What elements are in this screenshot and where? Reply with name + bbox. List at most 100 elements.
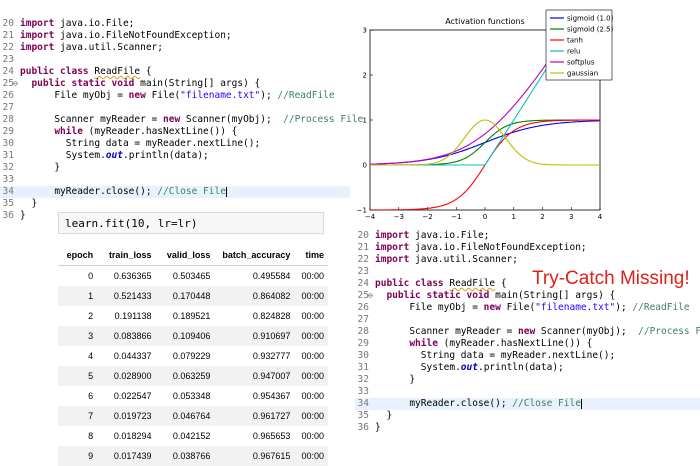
code-token: File myObj = xyxy=(375,302,484,313)
code-token: //ReadFile xyxy=(632,302,689,313)
code-line[interactable]: 28 Scanner myReader = new Scanner(myObj)… xyxy=(355,326,700,338)
code-token: Scanner(myObj); xyxy=(180,114,283,125)
code-token: System. xyxy=(20,150,106,161)
table-cell: 0.170448 xyxy=(155,286,214,306)
line-number: 32 xyxy=(355,374,369,386)
code-line[interactable]: 34 myReader.close(); //Close File xyxy=(355,398,700,410)
code-line[interactable]: 25⊖ public static void main(String[] arg… xyxy=(0,78,350,90)
code-line[interactable]: 29 while (myReader.hasNextLine()) { xyxy=(355,338,700,350)
table-cell: 0.824828 xyxy=(214,306,294,326)
code-line[interactable]: 36} xyxy=(355,422,700,434)
line-number: 35 xyxy=(355,410,369,422)
code-line[interactable]: 32 } xyxy=(0,162,350,174)
code-line[interactable]: 34 myReader.close(); //Close File xyxy=(0,186,350,198)
table-row: 20.1911380.1895210.82482800:00 xyxy=(58,306,328,326)
code-line[interactable]: 22import java.util.Scanner; xyxy=(355,254,700,266)
code-line[interactable]: 28 Scanner myReader = new Scanner(myObj)… xyxy=(0,114,350,126)
table-cell: 0.965653 xyxy=(214,426,294,446)
y-tick-label: −1 xyxy=(357,207,367,215)
line-number: 23 xyxy=(0,54,14,66)
code-line[interactable]: 29 while (myReader.hasNextLine()) { xyxy=(0,126,350,138)
code-line[interactable]: 26 File myObj = new File("filename.txt")… xyxy=(355,302,700,314)
code-token: } xyxy=(20,162,60,173)
code-token: ); xyxy=(615,302,632,313)
table-cell: 00:00 xyxy=(294,366,328,386)
series-line-sigmoid xyxy=(370,120,600,165)
table-cell: 0.019723 xyxy=(97,406,155,426)
table-cell: 4 xyxy=(58,346,97,366)
table-header-row: epochtrain_lossvalid_lossbatch_accuracyt… xyxy=(58,245,328,266)
code-token: myReader.close(); xyxy=(375,398,512,409)
try-catch-missing-annotation: Try-Catch Missing! xyxy=(532,268,690,290)
code-token: .println(data); xyxy=(123,150,209,161)
legend-entry: gaussian xyxy=(567,70,598,78)
line-number: 26 xyxy=(355,302,369,314)
code-token: public class xyxy=(375,278,444,289)
line-number: 25 xyxy=(355,290,369,302)
table-cell: 0.189521 xyxy=(155,306,214,326)
table-cell: 0.495584 xyxy=(214,266,294,287)
code-editor-bottom[interactable]: 20import java.io.File;21import java.io.F… xyxy=(355,230,700,430)
table-cell: 0.961727 xyxy=(214,406,294,426)
code-line[interactable]: 25⊖ public static void main(String[] arg… xyxy=(355,290,700,302)
notebook-output: learn.fit(10, lr=lr) epochtrain_lossvali… xyxy=(58,212,328,464)
code-line[interactable]: 33 xyxy=(0,174,350,186)
line-number: 23 xyxy=(355,266,369,278)
chart-svg: Activation functions−4−3−2−101234−10123s… xyxy=(352,6,700,230)
code-line[interactable]: 21import java.io.FileNotFoundException; xyxy=(355,242,700,254)
code-token: java.io.FileNotFoundException; xyxy=(54,30,231,41)
code-line[interactable]: 22import java.util.Scanner; xyxy=(0,42,350,54)
line-number: 32 xyxy=(0,162,14,174)
code-line[interactable]: 23 xyxy=(0,54,350,66)
text-caret xyxy=(581,399,582,409)
code-line[interactable]: 26 File myObj = new File("filename.txt")… xyxy=(0,90,350,102)
code-token: File( xyxy=(146,90,180,101)
notebook-code-cell[interactable]: learn.fit(10, lr=lr) xyxy=(58,212,324,234)
y-tick-label: 1 xyxy=(363,117,367,125)
line-number: 33 xyxy=(355,386,369,398)
code-line[interactable]: 24public class ReadFile { xyxy=(0,66,350,78)
x-tick-label: 1 xyxy=(512,213,516,221)
code-line[interactable]: 32 } xyxy=(355,374,700,386)
line-number: 27 xyxy=(0,102,14,114)
code-line[interactable]: 27 xyxy=(355,314,700,326)
code-token: public class xyxy=(20,66,89,77)
fold-collapse-icon[interactable]: ⊖ xyxy=(368,290,373,302)
code-token: java.util.Scanner; xyxy=(54,42,163,53)
code-token: { xyxy=(495,278,506,289)
code-token xyxy=(375,290,386,301)
code-line[interactable]: 35 } xyxy=(355,410,700,422)
line-number: 33 xyxy=(0,174,14,186)
line-number: 24 xyxy=(0,66,14,78)
code-line[interactable]: 31 System.out.println(data); xyxy=(0,150,350,162)
code-token: main(String[] args) { xyxy=(134,78,260,89)
code-token: //Process File xyxy=(638,326,700,337)
line-number: 26 xyxy=(0,90,14,102)
code-line[interactable]: 33 xyxy=(355,386,700,398)
code-editor-top[interactable]: 20import java.io.File;21import java.io.F… xyxy=(0,18,350,218)
code-line[interactable]: 20import java.io.File; xyxy=(355,230,700,242)
code-token: //ReadFile xyxy=(277,90,334,101)
code-token: "filename.txt" xyxy=(180,90,260,101)
code-line[interactable]: 35 } xyxy=(0,198,350,210)
table-cell: 0.636365 xyxy=(97,266,155,287)
code-line[interactable]: 27 xyxy=(0,102,350,114)
line-number: 21 xyxy=(355,242,369,254)
code-line[interactable]: 30 String data = myReader.nextLine(); xyxy=(355,350,700,362)
code-line[interactable]: 20import java.io.File; xyxy=(0,18,350,30)
code-token: import xyxy=(375,242,409,253)
y-tick-label: 3 xyxy=(363,27,367,35)
table-cell: 0.109406 xyxy=(155,326,214,346)
legend-entry: relu xyxy=(567,48,580,56)
fold-collapse-icon[interactable]: ⊖ xyxy=(13,78,18,90)
code-token: java.io.File; xyxy=(54,18,134,29)
code-line[interactable]: 21import java.io.FileNotFoundException; xyxy=(0,30,350,42)
code-token: //Close File xyxy=(512,398,581,409)
line-number: 30 xyxy=(355,350,369,362)
code-token: File myObj = xyxy=(20,90,129,101)
code-line[interactable]: 30 String data = myReader.nextLine(); xyxy=(0,138,350,150)
code-token: File( xyxy=(501,302,535,313)
code-line[interactable]: 31 System.out.println(data); xyxy=(355,362,700,374)
table-cell: 0.954367 xyxy=(214,386,294,406)
x-tick-label: −3 xyxy=(394,213,404,221)
